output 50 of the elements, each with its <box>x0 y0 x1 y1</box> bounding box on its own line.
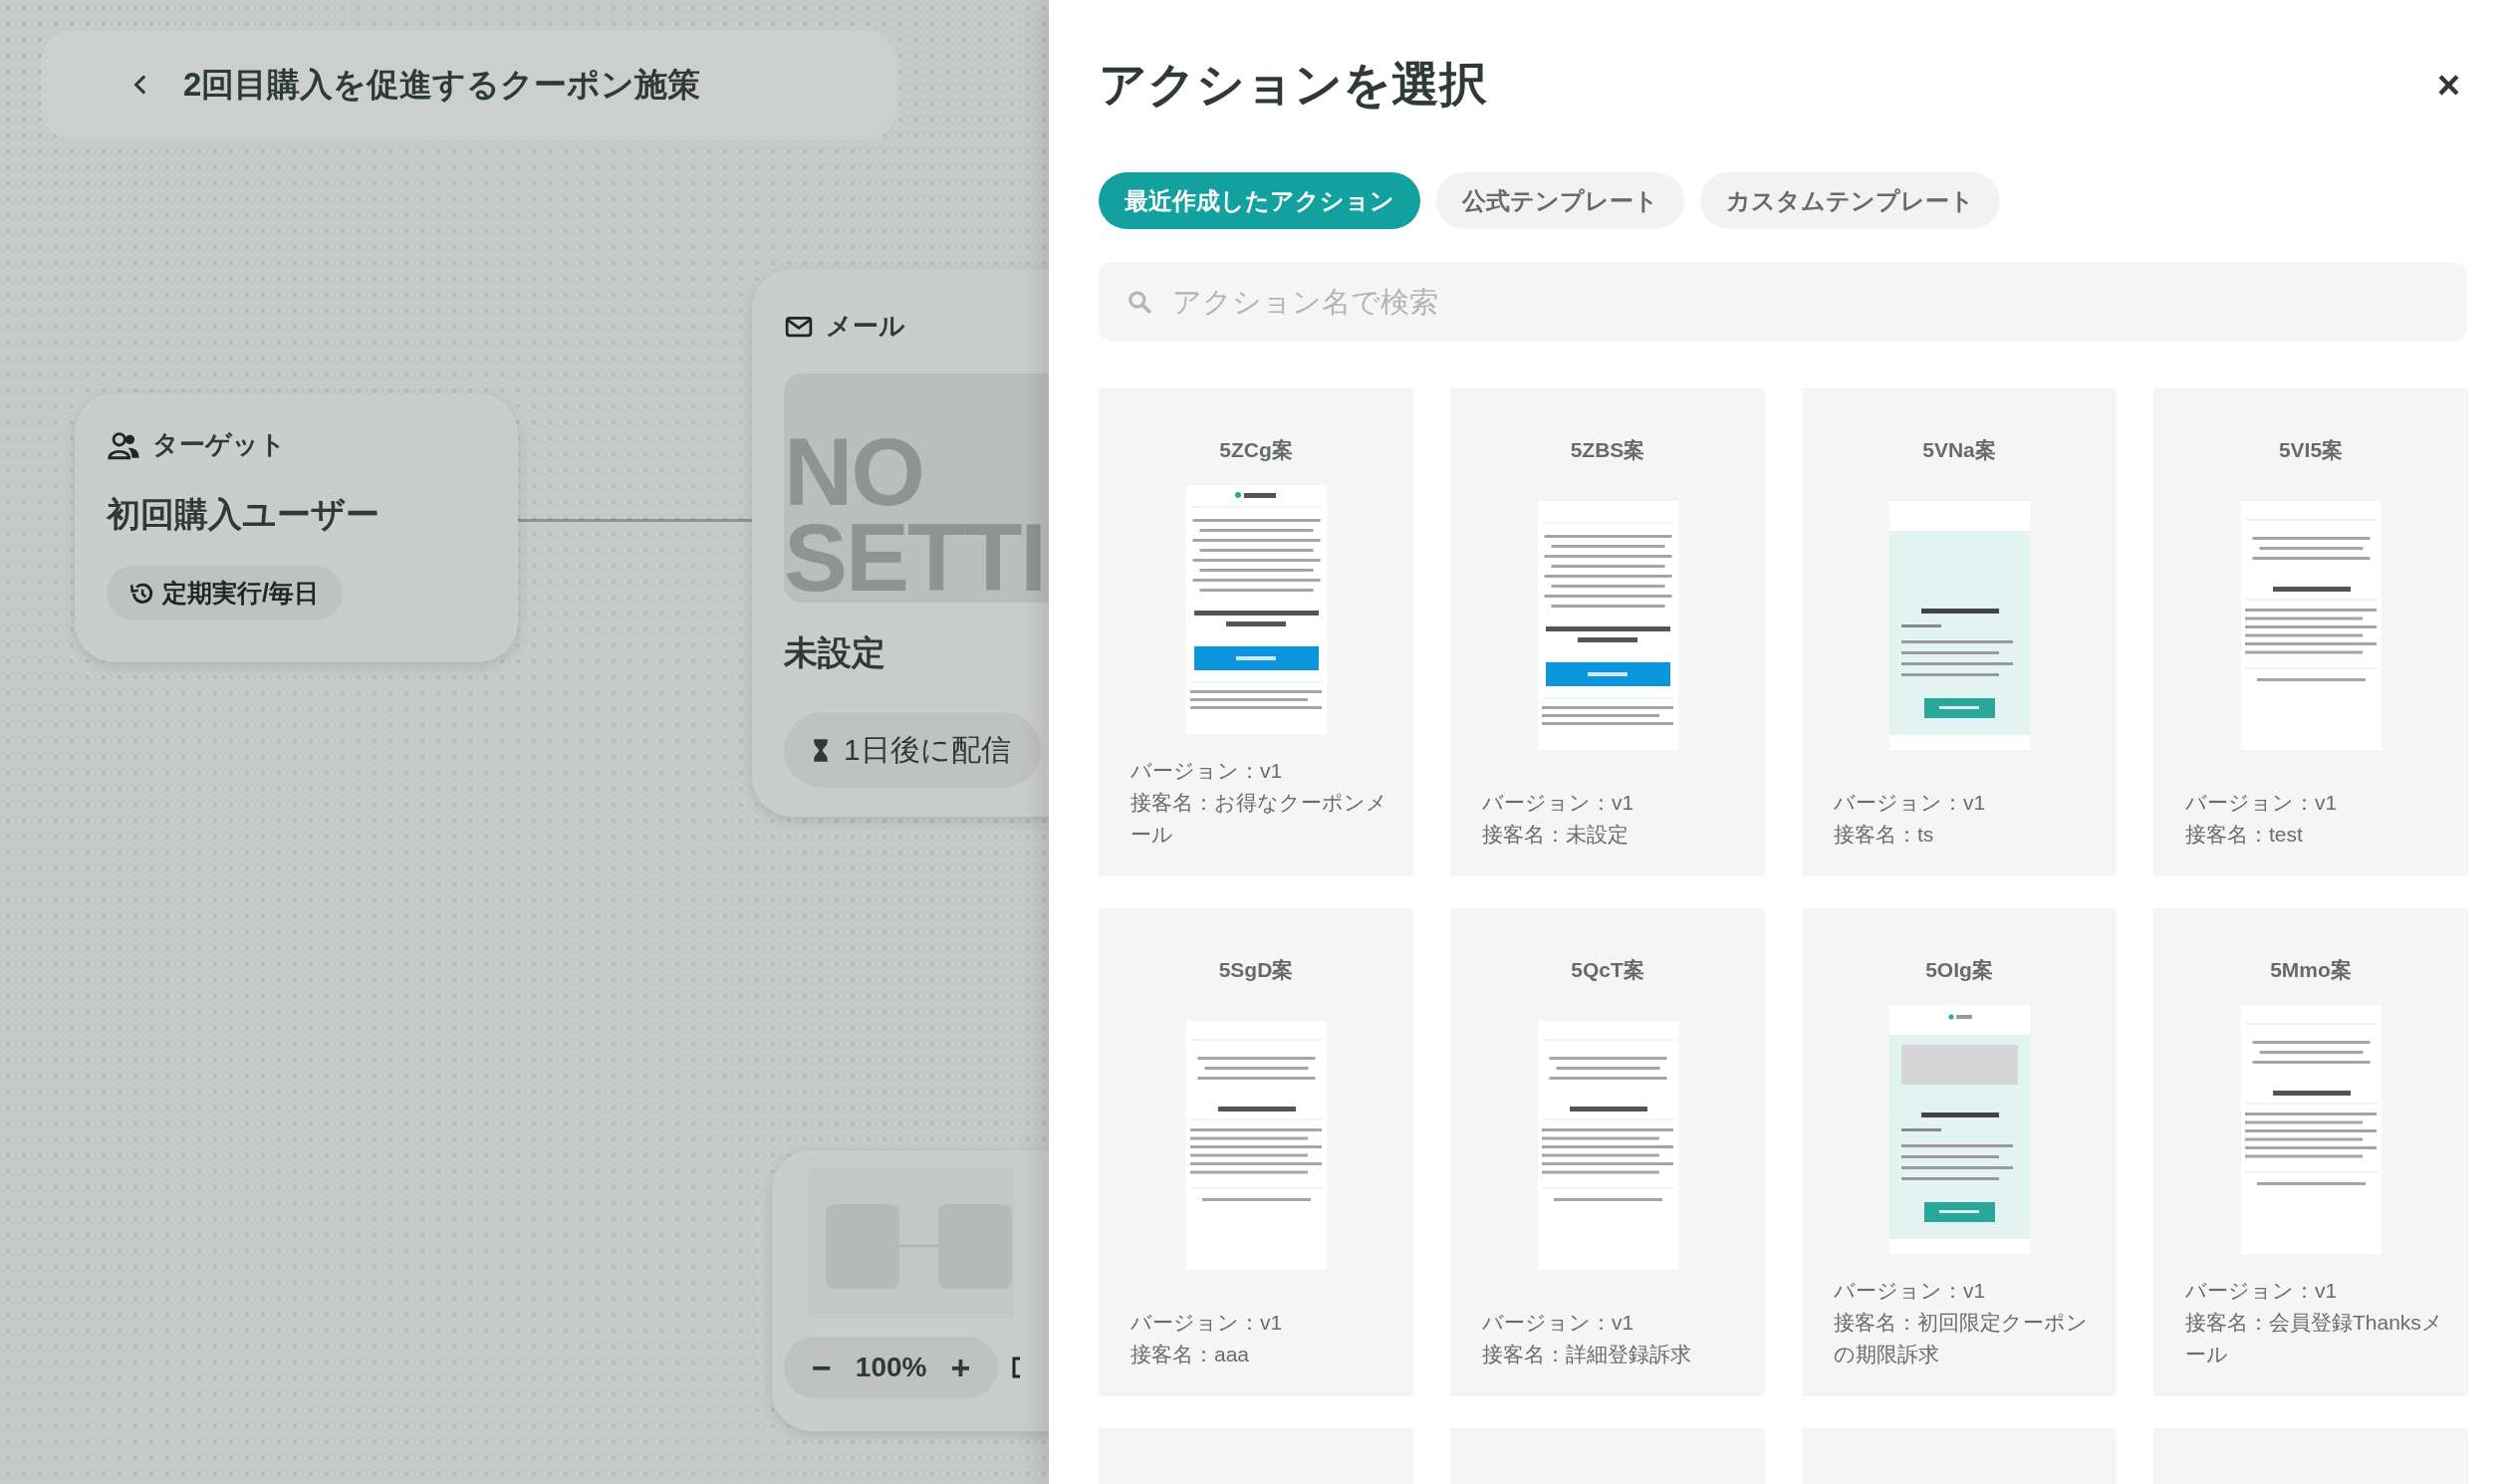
close-button[interactable]: × <box>2428 62 2468 108</box>
zoom-in-button[interactable]: + <box>946 1348 975 1387</box>
filter-tab[interactable]: カスタムテンプレート <box>1700 172 2000 229</box>
campaign-title: 2回目購入を促進するクーポン施策 <box>183 64 701 105</box>
node-type-label: ターゲット <box>152 428 286 461</box>
filter-tab[interactable]: 公式テンプレート <box>1436 172 1684 229</box>
card-title: 5ZBS案 <box>1569 437 1646 463</box>
version-text: バージョン：v1 <box>1482 790 1635 816</box>
zoom-level: 100% <box>855 1352 927 1383</box>
search-field[interactable]: アクション名で検索 <box>1099 262 2467 342</box>
version-text: バージョン：v1 <box>1130 1310 1284 1336</box>
action-card[interactable]: 5VNa案 バージョン：v1 接客名：ts <box>1802 388 2117 876</box>
schedule-badge: 定期実行/毎日 <box>107 566 343 620</box>
version-text: バージョン：v1 <box>2185 790 2339 816</box>
version-text: バージョン：v1 <box>1482 1310 1635 1336</box>
version-text: バージョン：v1 <box>2185 1278 2339 1304</box>
card-title: 5VI5案 <box>2277 437 2345 463</box>
action-name-text: 接客名：会員登録Thanksメール <box>2185 1310 2444 1367</box>
card-title: 5Mmo案 <box>2269 957 2353 983</box>
action-card[interactable]: 5ZBS案 バージョン：v1 接客名：未設定 <box>1450 388 1765 876</box>
action-card[interactable]: 5QcT案 バージョン：v1 接客名：詳細登録訴求 <box>1450 908 1765 1396</box>
action-name-text: 接客名：ts <box>1834 822 1935 848</box>
node-name: 未設定 <box>784 632 886 673</box>
version-text: バージョン：v1 <box>1834 1278 1987 1304</box>
action-card[interactable]: 5ZCg案 バージョン：v1 接客名：お得なクーポンメール <box>1099 388 1413 876</box>
delay-badge: 1日後に配信 <box>784 712 1041 788</box>
node-type-label: メール <box>826 310 905 343</box>
action-name-text: 接客名：初回限定クーポンの期限訴求 <box>1834 1310 2089 1367</box>
version-text: バージョン：v1 <box>1834 790 1987 816</box>
version-text: バージョン：v1 <box>1130 758 1284 784</box>
filter-tab[interactable]: 最近作成したアクション <box>1099 172 1420 229</box>
card-title: 5OIg案 <box>1924 957 1994 983</box>
card-title: 5VNa案 <box>1921 437 1997 463</box>
action-card[interactable]: 5Mmo案 バージョン：v1 接客名：会員登録Thanksメール <box>2153 908 2468 1396</box>
zoom-out-button[interactable]: − <box>808 1348 836 1387</box>
action-name-text: 接客名：お得なクーポンメール <box>1130 790 1388 848</box>
node-name: 初回購入ユーザー <box>107 494 380 535</box>
action-name-text: 接客名：test <box>2185 822 2304 848</box>
target-node[interactable]: ターゲット 初回購入ユーザー 定期実行/毎日 <box>75 393 518 662</box>
action-card[interactable]: 5VI5案 バージョン：v1 接客名：test <box>2153 388 2468 876</box>
card-title: 5QcT案 <box>1570 957 1645 983</box>
action-card[interactable]: 5OIg案 バージョン：v1 接客名：初回限定クーポンの期限訴求 <box>1802 908 2117 1396</box>
search-input[interactable]: アクション名で検索 <box>1170 284 2467 320</box>
card-title: 5SgD案 <box>1217 957 1295 983</box>
action-name-text: 接客名：未設定 <box>1482 822 1630 848</box>
action-card[interactable]: 5SgD案 バージョン：v1 接客名：aaa <box>1099 908 1413 1396</box>
panel-title: アクションを選択 <box>1099 57 1487 113</box>
action-name-text: 接客名：aaa <box>1130 1342 1251 1367</box>
action-name-text: 接客名：詳細登録訴求 <box>1482 1342 1692 1367</box>
card-title: 5ZCg案 <box>1218 437 1294 463</box>
